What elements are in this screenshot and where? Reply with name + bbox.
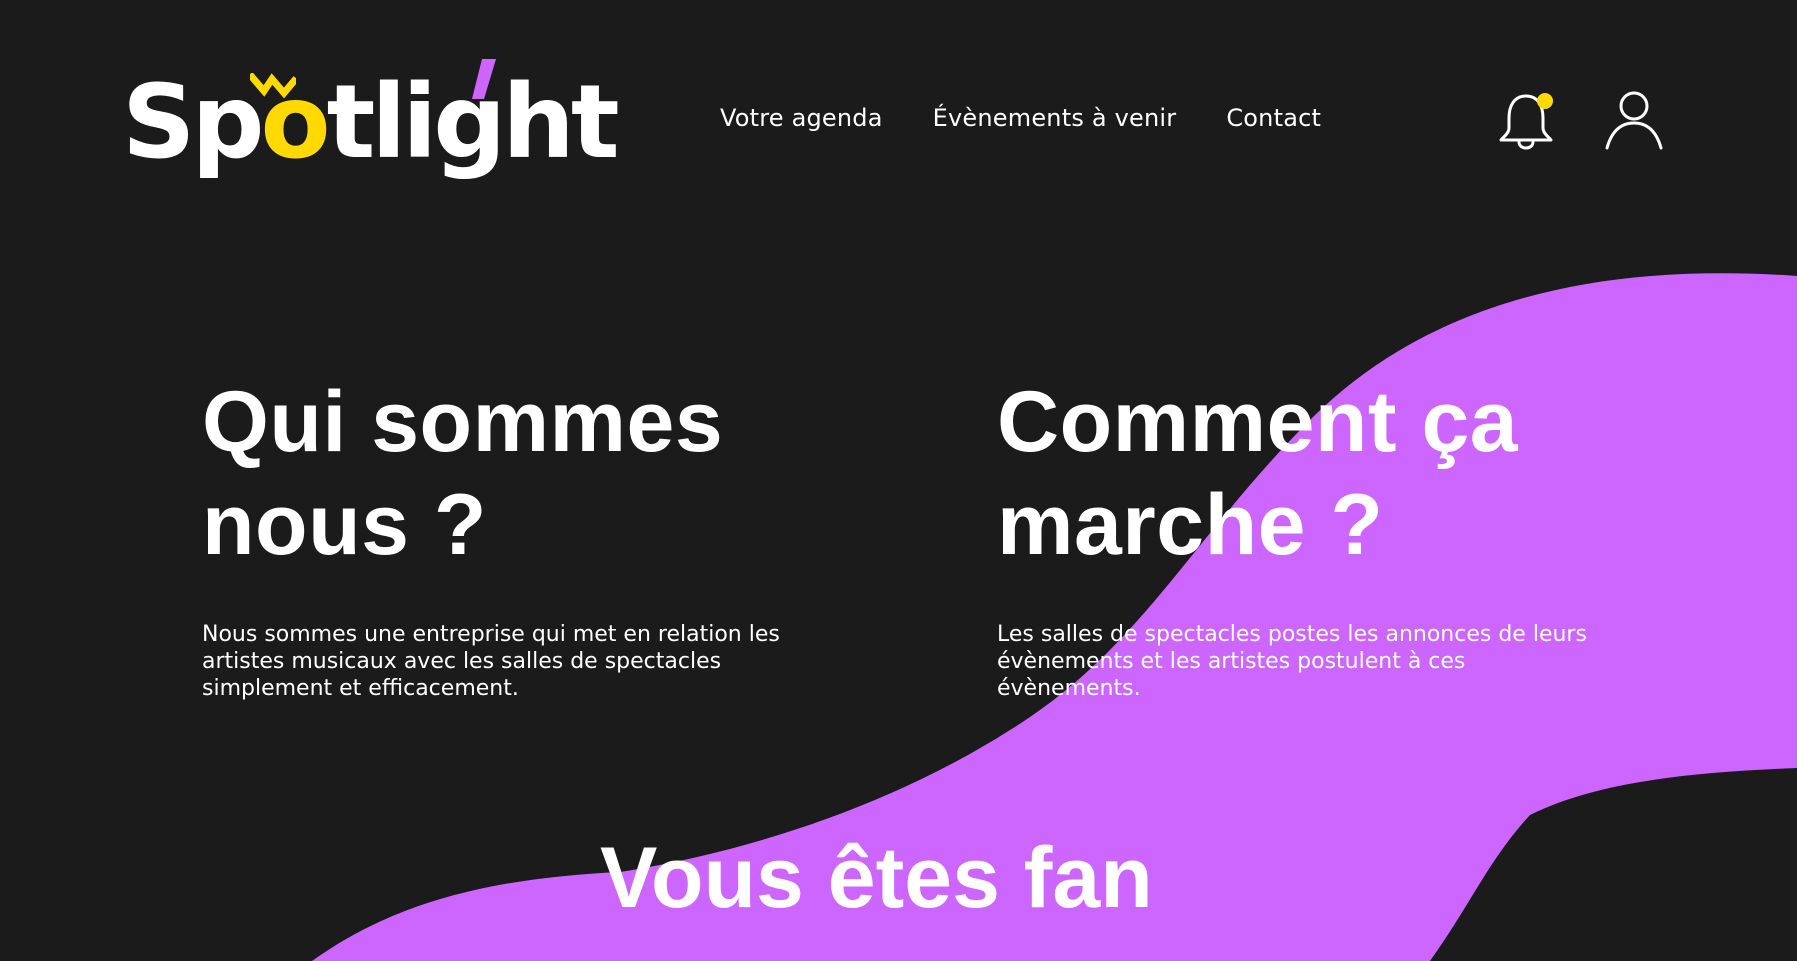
fan-section-title: Vous êtes fan xyxy=(600,830,1153,926)
logo-accent-mark xyxy=(472,59,496,99)
logo-spark-icon xyxy=(250,73,296,99)
about-title: Qui sommes nous ? xyxy=(202,374,724,573)
how-it-works-description: Les salles de spectacles postes les anno… xyxy=(997,622,1587,701)
how-it-works-section: Comment ça marche ? Les salles de spectac… xyxy=(997,371,1637,702)
nav-link-contact[interactable]: Contact xyxy=(1226,104,1321,132)
nav-link-events[interactable]: Évènements à venir xyxy=(933,104,1177,132)
how-it-works-title: Comment ça marche ? xyxy=(997,374,1519,573)
spotlight-logo[interactable]: Spotlight xyxy=(122,55,620,190)
logo-wordmark: Spotlight xyxy=(122,63,620,182)
notification-dot xyxy=(1537,93,1553,109)
main-nav: Votre agenda Évènements à venir Contact xyxy=(720,104,1321,132)
about-description: Nous sommes une entreprise qui met en re… xyxy=(202,622,780,701)
about-section: Qui sommes nous ? Nous sommes une entrepr… xyxy=(202,371,802,702)
site-header: Spotlight Votre agenda Évènements à veni… xyxy=(0,0,1797,240)
nav-link-agenda[interactable]: Votre agenda xyxy=(720,104,883,132)
bell-icon[interactable] xyxy=(1495,88,1557,154)
user-icon[interactable] xyxy=(1604,90,1664,150)
